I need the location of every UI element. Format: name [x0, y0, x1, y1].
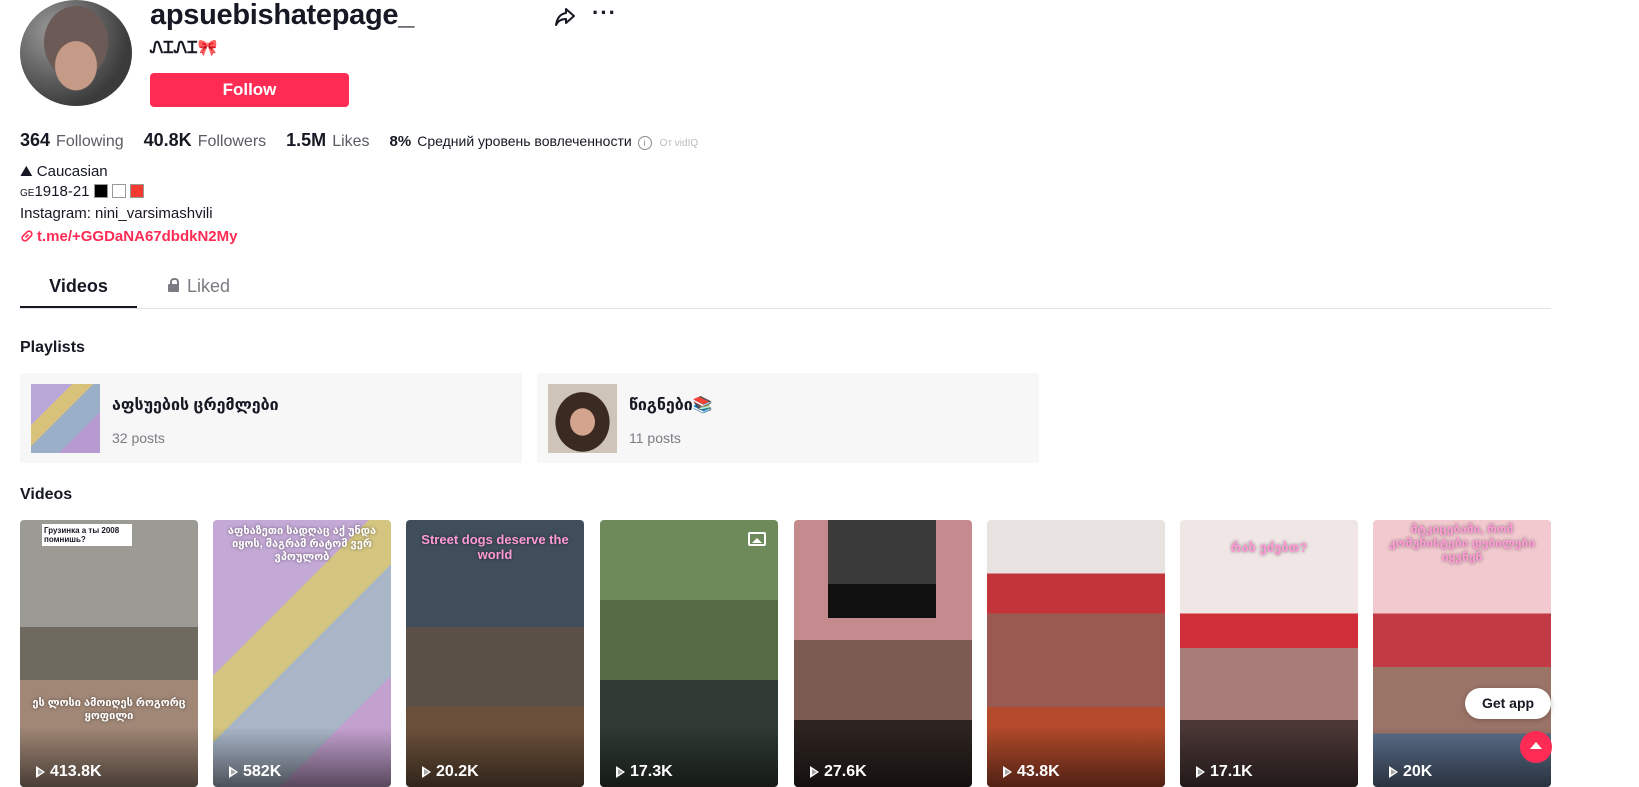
profile-tabs: Videos Liked [20, 272, 1551, 309]
share-icon [555, 8, 575, 26]
play-icon [1196, 766, 1205, 778]
bio-line-1: ⛰ Caucasian [20, 163, 108, 180]
flag-square-black [93, 184, 108, 198]
video-caption: მტკიცებაში, რომ კომუნისტები დებილები იყვ… [1389, 522, 1535, 564]
playlist-thumbnail [31, 384, 100, 453]
video-caption: რას ეძებთ? [1230, 540, 1308, 555]
profile-stats: 364 Following 40.8K Followers 1.5M Likes… [20, 130, 698, 152]
photo-icon [748, 532, 766, 546]
bio-link-text[interactable]: t.me/+GGDaNA67dbdkN2My [37, 228, 237, 245]
tab-liked[interactable]: Liked [168, 272, 250, 308]
video-card[interactable]: 17.3K [600, 520, 778, 787]
play-icon [810, 766, 819, 778]
bio-line-2-prefix: GE [20, 188, 35, 199]
bio-link[interactable]: t.me/+GGDaNA67dbdkN2My [20, 228, 237, 245]
video-views: 27.6K [810, 763, 867, 781]
bio-line-2: GE1918-21 [20, 182, 213, 204]
video-inset-label [828, 584, 936, 618]
video-views-count: 582K [243, 763, 282, 780]
profile-username: apsuebishatepage_ [150, 0, 415, 31]
likes-label: Likes [332, 133, 370, 150]
link-icon [21, 230, 33, 242]
video-views: 17.1K [1196, 763, 1253, 781]
video-top-caption: Грузинка а ты 2008 помнишь? [42, 524, 132, 546]
bio-line-3: Instagram: nini_varsimashvili [20, 205, 213, 222]
video-views: 43.8K [1003, 763, 1060, 781]
video-views-count: 413.8K [50, 763, 102, 780]
playlist-card[interactable]: აფსუების ცრემლები 32 posts [20, 373, 522, 463]
likes-count: 1.5M [286, 130, 327, 150]
followers-label[interactable]: Followers [198, 133, 266, 151]
video-card[interactable]: აფხაზეთი სადღაც აქ უნდა იყოს, მაგრამ რატ… [213, 520, 391, 787]
playlist-name: წიგნები📚 [629, 397, 713, 414]
following-count[interactable]: 364 [20, 130, 50, 151]
playlist-count: 32 posts [112, 430, 165, 446]
play-icon [422, 766, 431, 778]
get-app-button[interactable]: Get app [1465, 688, 1551, 719]
play-icon [229, 766, 238, 778]
video-views-count: 17.1K [1210, 763, 1253, 780]
video-card[interactable]: Грузинка а ты 2008 помнишь? ეს ლოსი ამოი… [20, 520, 198, 787]
play-icon [1003, 766, 1012, 778]
share-button[interactable] [553, 5, 577, 29]
playlist-count: 11 posts [629, 430, 681, 446]
info-icon[interactable]: i [637, 136, 652, 150]
avatar[interactable] [20, 0, 132, 106]
scroll-top-button[interactable] [1520, 731, 1552, 763]
video-views-count: 20K [1403, 763, 1433, 780]
video-views-count: 43.8K [1017, 763, 1060, 780]
play-icon [1389, 766, 1398, 778]
video-caption: ეს ლოსი ამოიღეს როგორც ყოფილი [32, 697, 186, 722]
video-caption: Street dogs deserve the world [421, 532, 569, 562]
following-label[interactable]: Following [56, 133, 124, 151]
engagement-value: 8% [389, 133, 412, 150]
follow-button[interactable]: Follow [150, 73, 349, 107]
playlist-card[interactable]: წიგნები📚 11 posts [537, 373, 1039, 463]
playlist-thumbnail [548, 384, 617, 453]
play-icon [36, 766, 45, 778]
profile-bio: ⛰ Caucasian GE1918-21 Instagram: nini_va… [20, 162, 213, 224]
video-views-count: 27.6K [824, 763, 867, 780]
video-card[interactable]: რას ეძებთ? 17.1K [1180, 520, 1358, 787]
flag-square-red [129, 184, 144, 198]
bio-line-2-text: 1918-21 [34, 183, 90, 200]
play-icon [616, 766, 625, 778]
video-views: 20.2K [422, 763, 479, 781]
video-views-count: 20.2K [436, 763, 479, 780]
followers-count[interactable]: 40.8K [144, 130, 192, 151]
video-views-count: 17.3K [630, 763, 673, 780]
playlist-name: აფსუების ცრემლები [112, 397, 279, 414]
video-views: 413.8K [36, 763, 102, 781]
more-button[interactable]: ··· [592, 2, 618, 26]
video-card[interactable]: Street dogs deserve the world 20.2K [406, 520, 584, 787]
tab-videos[interactable]: Videos [20, 272, 137, 308]
videos-title: Videos [20, 486, 73, 503]
video-views: 582K [229, 763, 281, 781]
engagement-label: Средний уровень вовлеченности [417, 133, 632, 149]
lock-icon [168, 278, 179, 292]
more-icon: ··· [592, 0, 617, 25]
playlists-title: Playlists [20, 339, 85, 356]
engagement-source: От vidIQ [659, 138, 699, 149]
video-card[interactable]: 43.8K [987, 520, 1165, 787]
video-views: 17.3K [616, 763, 673, 781]
video-card[interactable]: 27.6K [794, 520, 972, 787]
tab-liked-label: Liked [187, 276, 231, 296]
video-views: 20K [1389, 763, 1432, 781]
video-caption: აფხაზეთი სადღაც აქ უნდა იყოს, მაგრამ რატ… [227, 525, 377, 563]
profile-nickname: ᏁᏆᏁᏆ🎀 [150, 40, 218, 57]
flag-square-white [111, 184, 126, 198]
